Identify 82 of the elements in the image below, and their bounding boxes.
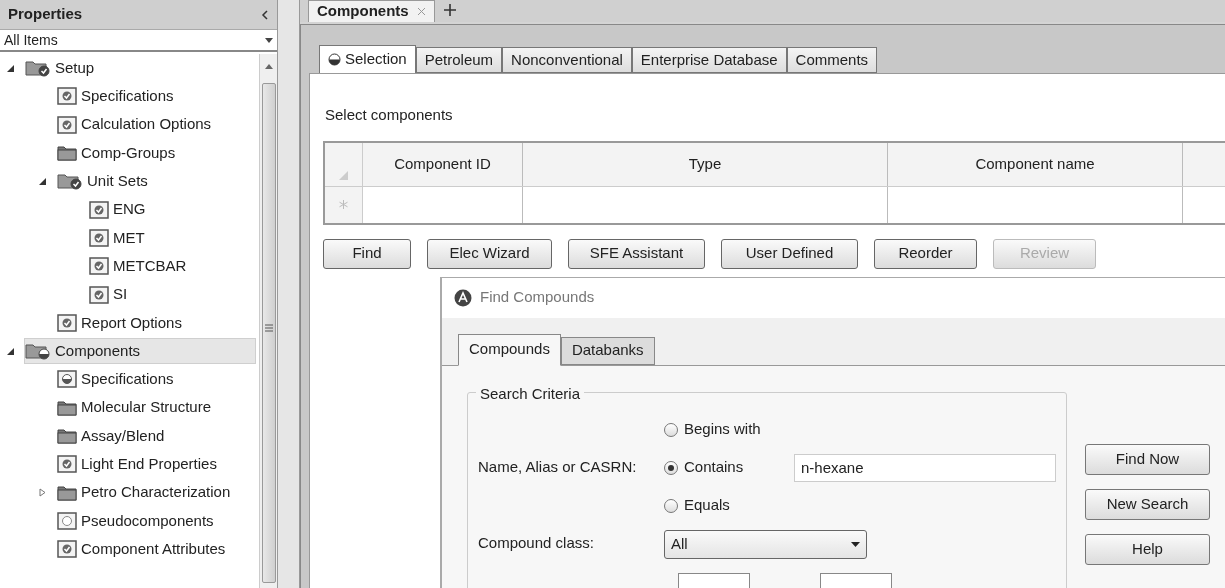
tree-item[interactable]: Molecular Structure	[56, 394, 221, 421]
half-circle-icon	[328, 53, 341, 66]
action-button[interactable]: Elec Wizard	[427, 238, 552, 269]
dialog-tab[interactable]: Compounds	[458, 333, 561, 366]
check-icon	[57, 115, 77, 134]
form-tab[interactable]: Selection	[319, 45, 416, 74]
collapsed-triangle-icon[interactable]	[38, 488, 47, 498]
form-tab[interactable]: Comments	[786, 47, 878, 73]
input-field[interactable]	[678, 572, 750, 588]
tree-item[interactable]: Component Attributes	[56, 536, 235, 563]
form-tab[interactable]: Nonconventional	[502, 47, 632, 73]
form-tab[interactable]: Petroleum	[415, 47, 503, 73]
app-logo-icon	[454, 288, 472, 307]
field-label: Name, Alias or CASRN:	[478, 457, 638, 478]
check-icon	[57, 313, 77, 332]
dropdown-arrow-icon	[265, 37, 273, 43]
scroll-up-icon[interactable]	[264, 64, 273, 69]
folder-check-icon	[25, 59, 51, 78]
expanded-triangle-icon[interactable]	[6, 63, 15, 73]
check-icon	[57, 455, 77, 474]
action-button[interactable]: Find	[323, 238, 411, 269]
expanded-triangle-icon[interactable]	[6, 346, 15, 356]
tree-item[interactable]: Assay/Blend	[56, 423, 174, 449]
folder-icon	[57, 484, 77, 501]
dialog-tab[interactable]: Databanks	[560, 336, 655, 365]
add-tab-icon[interactable]	[442, 3, 457, 17]
column-header[interactable]: Type	[523, 142, 888, 186]
action-button[interactable]: Reorder	[874, 238, 977, 269]
check-icon	[89, 228, 109, 247]
column-header[interactable]: Component ID	[363, 142, 523, 186]
folder-icon	[57, 399, 77, 416]
form-tab[interactable]: Enterprise Database	[631, 47, 787, 73]
panel-splitter[interactable]	[278, 0, 300, 588]
tree-item[interactable]: Calculation Options	[56, 111, 221, 138]
panel-title: Properties	[8, 4, 83, 25]
folder-icon	[57, 428, 77, 444]
tree-item[interactable]: Specifications	[56, 366, 183, 393]
radio-option[interactable]: Begins with	[664, 418, 782, 441]
dialog-button[interactable]: New Search	[1085, 488, 1210, 520]
folder-half-icon	[25, 342, 51, 361]
dialog-button[interactable]: Help	[1085, 533, 1210, 565]
tree-item[interactable]: Petro Characterization	[56, 479, 240, 506]
document-tab[interactable]: Components	[308, 0, 435, 22]
close-icon[interactable]	[416, 7, 426, 16]
check-icon	[89, 257, 109, 276]
collapse-chevron-icon[interactable]	[261, 9, 269, 20]
check-icon	[57, 87, 77, 106]
column-header[interactable]: Component name	[888, 142, 1183, 186]
radio-option[interactable]: Contains	[664, 456, 782, 479]
action-button[interactable]: User Defined	[721, 238, 858, 269]
radio-option[interactable]: Equals	[664, 494, 782, 517]
tree-item[interactable]: Setup	[24, 55, 104, 82]
tree-item[interactable]: Unit Sets	[56, 168, 157, 195]
dialog-title: Find Compounds	[480, 287, 595, 308]
grip-icon	[264, 324, 273, 332]
tree-item[interactable]: SI	[88, 281, 137, 308]
check-icon	[57, 540, 77, 559]
tree-item[interactable]: Specifications	[56, 83, 183, 110]
tree-item[interactable]: MET	[88, 224, 154, 251]
folder-icon	[57, 145, 77, 162]
new-row-asterisk-icon	[339, 200, 348, 209]
tree-item[interactable]: Light End Properties	[56, 451, 226, 478]
dialog-button[interactable]: Find Now	[1085, 443, 1210, 475]
tree-item[interactable]: Pseudocomponents	[56, 507, 223, 534]
action-button[interactable]: SFE Assistant	[568, 238, 705, 269]
check-icon	[89, 200, 109, 219]
search-field[interactable]: n-hexane	[794, 453, 1056, 482]
filter-dropdown[interactable]: All Items	[0, 30, 277, 52]
tree-item[interactable]: Report Options	[56, 309, 191, 336]
dropdown-arrow-icon	[851, 541, 860, 547]
tree-item[interactable]: Components	[24, 338, 256, 365]
tree-item[interactable]: METCBAR	[88, 253, 196, 280]
tree-item[interactable]: Comp-Groups	[56, 140, 185, 167]
input-field[interactable]	[820, 572, 892, 588]
expanded-triangle-icon[interactable]	[38, 176, 47, 186]
section-title: Select components	[325, 105, 454, 125]
class-dropdown[interactable]: All	[664, 529, 867, 559]
scrollbar[interactable]	[259, 54, 277, 588]
field-label: Compound class:	[478, 533, 595, 554]
check-icon	[89, 285, 109, 304]
tree-item[interactable]: ENG	[88, 196, 155, 223]
folder-check-icon	[57, 172, 83, 191]
